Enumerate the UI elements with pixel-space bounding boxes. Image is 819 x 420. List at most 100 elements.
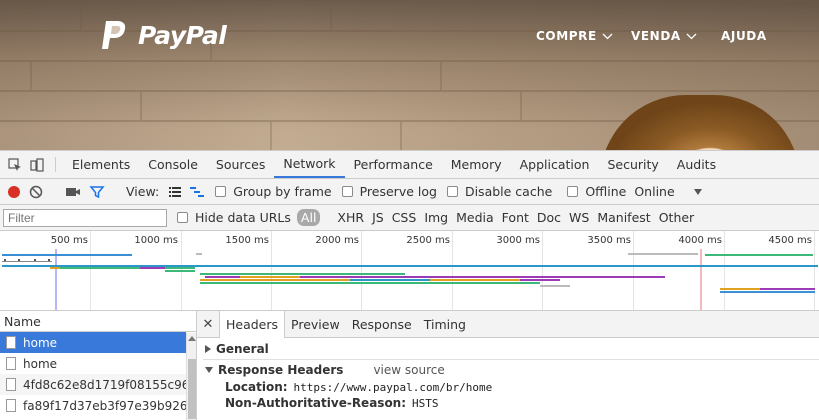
hide-data-urls-label: Hide data URLs: [195, 210, 291, 225]
general-section-toggle[interactable]: General: [197, 340, 819, 358]
network-toolbar: View: Group by frame Preserve log Disabl…: [0, 179, 819, 205]
nav-ajuda[interactable]: AJUDA: [721, 29, 767, 43]
paypal-logo[interactable]: PayPal: [100, 18, 227, 52]
request-row[interactable]: fa89f17d37eb3f97e39b9268...: [0, 395, 186, 416]
tab-timing[interactable]: Timing: [418, 311, 472, 337]
request-list: Name home home 4fd8c62e8d1719f08155c965.…: [0, 311, 197, 420]
paypal-logo-text: PayPal: [138, 20, 227, 50]
clear-icon[interactable]: [28, 184, 44, 200]
group-by-frame-checkbox[interactable]: Group by frame: [215, 184, 332, 199]
offline-label: Offline: [585, 184, 627, 199]
paypal-hero: PayPal COMPRE VENDA AJUDA: [0, 0, 819, 150]
tab-elements[interactable]: Elements: [63, 151, 139, 178]
brick-joint: [440, 62, 442, 90]
filter-bar: Hide data URLs All XHR JS CSS Img Media …: [0, 205, 819, 231]
header-value: HSTS: [412, 396, 439, 410]
brick-joint: [400, 122, 402, 150]
filter-type-ws[interactable]: WS: [569, 209, 589, 226]
preserve-log-checkbox[interactable]: Preserve log: [341, 184, 437, 199]
brick-joint: [30, 62, 32, 90]
devtools-tabbar: Elements Console Sources Network Perform…: [0, 151, 819, 179]
brick-joint: [330, 2, 332, 30]
hide-data-urls-checkbox[interactable]: Hide data URLs: [177, 210, 291, 225]
tab-preview[interactable]: Preview: [285, 311, 346, 337]
document-icon: [6, 378, 16, 391]
tab-application[interactable]: Application: [511, 151, 599, 178]
close-icon[interactable]: ✕: [201, 311, 215, 337]
filter-type-xhr[interactable]: XHR: [337, 209, 364, 226]
details-tabbar: ✕ Headers Preview Response Timing: [197, 311, 819, 338]
request-row[interactable]: home: [0, 332, 186, 353]
view-source-link[interactable]: view source: [373, 363, 444, 377]
header-name: Location:: [225, 380, 288, 394]
filter-input[interactable]: [3, 208, 167, 227]
scrollbar-thumb[interactable]: [188, 359, 196, 419]
camera-icon[interactable]: [65, 184, 81, 200]
request-row[interactable]: 4fd8c62e8d1719f08155c965...: [0, 374, 186, 395]
tab-security[interactable]: Security: [598, 151, 667, 178]
checkbox-box: [567, 186, 579, 197]
tab-headers[interactable]: Headers: [219, 311, 286, 338]
general-section-title: General: [216, 342, 269, 356]
filter-type-doc[interactable]: Doc: [537, 209, 561, 226]
header-row-location: Location: https://www.paypal.com/br/home: [197, 379, 819, 395]
nav-ajuda-label: AJUDA: [721, 29, 767, 43]
header-name: Non-Authoritative-Reason:: [225, 396, 407, 410]
scroll-up-icon[interactable]: [188, 336, 196, 341]
filter-type-media[interactable]: Media: [456, 209, 494, 226]
name-column-header[interactable]: Name: [0, 311, 196, 332]
tab-response[interactable]: Response: [346, 311, 418, 337]
nav-compre[interactable]: COMPRE: [536, 29, 613, 43]
filter-icon[interactable]: [89, 184, 105, 200]
large-rows-icon[interactable]: [167, 184, 183, 200]
checkbox-box: [215, 186, 227, 197]
header-row-non-authoritative-reason: Non-Authoritative-Reason: HSTS: [197, 395, 819, 411]
filter-type-js[interactable]: JS: [372, 209, 384, 226]
chevron-down-icon: [686, 33, 697, 39]
tab-console[interactable]: Console: [139, 151, 207, 178]
request-name: home: [23, 356, 58, 371]
filter-type-other[interactable]: Other: [659, 209, 695, 226]
document-icon: [6, 336, 16, 349]
checkbox-box: [446, 186, 458, 197]
toolbar-divider: [55, 157, 56, 172]
tab-audits[interactable]: Audits: [668, 151, 725, 178]
request-list-scrollbar[interactable]: [186, 333, 196, 420]
record-icon[interactable]: [6, 184, 22, 200]
overview-waterfall-icon[interactable]: [189, 184, 205, 200]
filter-type-img[interactable]: Img: [424, 209, 448, 226]
filter-type-manifest[interactable]: Manifest: [597, 209, 650, 226]
brick-joint: [140, 92, 142, 120]
group-by-frame-label: Group by frame: [233, 184, 332, 199]
view-label: View:: [126, 184, 160, 199]
response-headers-title: Response Headers: [218, 363, 344, 377]
document-icon: [6, 357, 16, 370]
response-headers-toggle[interactable]: Response Headers view source: [197, 361, 819, 379]
chevron-down-icon: [602, 33, 613, 39]
filter-type-css[interactable]: CSS: [392, 209, 417, 226]
request-name: home: [23, 335, 58, 350]
tab-performance[interactable]: Performance: [345, 151, 442, 178]
inspect-element-icon[interactable]: [4, 151, 26, 178]
device-toolbar-icon[interactable]: [26, 151, 48, 178]
checkbox-box: [341, 186, 353, 197]
request-details: ✕ Headers Preview Response Timing Genera…: [197, 311, 819, 420]
filter-type-font[interactable]: Font: [502, 209, 529, 226]
tab-network[interactable]: Network: [274, 151, 345, 178]
dropdown-triangle-icon: [693, 188, 702, 195]
collapse-triangle-icon: [205, 367, 213, 373]
disable-cache-checkbox[interactable]: Disable cache: [446, 184, 553, 199]
paypal-logo-icon: [102, 21, 126, 49]
brick-joint: [80, 2, 82, 30]
tab-memory[interactable]: Memory: [442, 151, 511, 178]
devtools-panel: Elements Console Sources Network Perform…: [0, 150, 819, 420]
nav-venda[interactable]: VENDA: [631, 29, 697, 43]
tab-sources[interactable]: Sources: [207, 151, 274, 178]
request-name: 4fd8c62e8d1719f08155c965...: [23, 377, 186, 392]
filter-type-all[interactable]: All: [296, 209, 321, 226]
throttling-select[interactable]: Online: [634, 184, 702, 199]
disable-cache-label: Disable cache: [464, 184, 553, 199]
timeline-overview[interactable]: 500 ms 1000 ms 1500 ms 2000 ms 2500 ms 3…: [0, 231, 819, 311]
offline-checkbox[interactable]: Offline: [567, 184, 626, 199]
request-row[interactable]: home: [0, 353, 186, 374]
